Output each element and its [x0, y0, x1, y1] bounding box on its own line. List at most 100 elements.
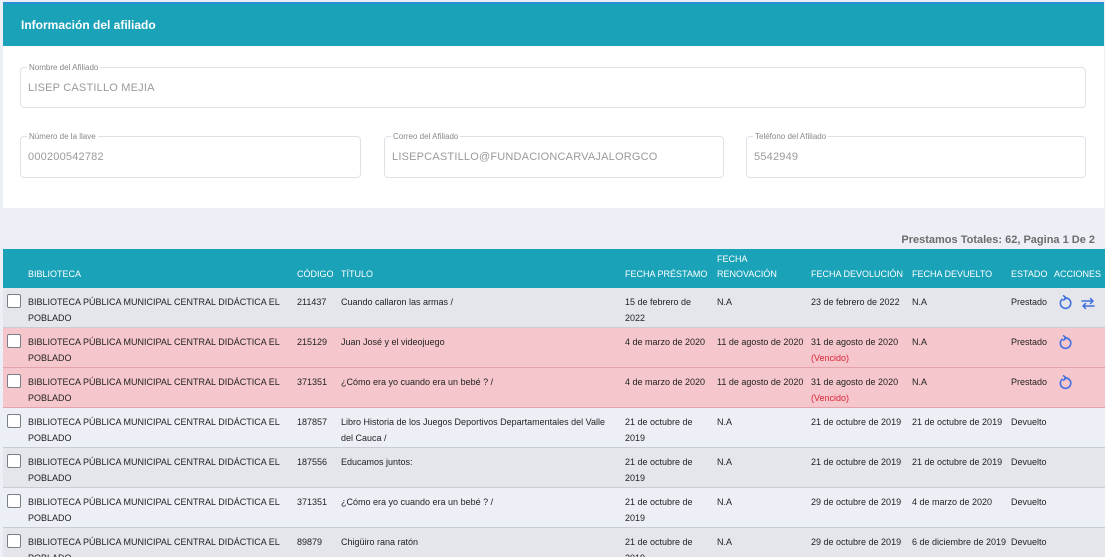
cell-biblioteca: BIBLIOTECA PÚBLICA MUNICIPAL CENTRAL DID…: [28, 454, 290, 486]
key-number-field[interactable]: Número de la llave 000200542782: [20, 132, 361, 178]
cell-estado: Prestado: [1011, 294, 1055, 310]
cell-fecha-devolucion-text: 29 de octubre de 2019: [811, 497, 902, 507]
cell-fecha-devuelto-text: N.A: [912, 297, 928, 307]
affiliate-phone-value: 5542949: [754, 151, 799, 163]
cell-titulo: Chigüiro rana ratón: [341, 534, 619, 550]
cell-fecha-devuelto: 21 de octubre de 2019: [912, 414, 1008, 430]
header-fecha-renovacion[interactable]: FECHA RENOVACIÓN: [717, 252, 787, 282]
cell-fecha-devuelto: 6 de diciembre de 2019: [912, 534, 1008, 550]
transfer-icon[interactable]: [1080, 295, 1096, 311]
cell-fecha-devuelto: 21 de octubre de 2019: [912, 454, 1008, 470]
cell-fecha-prestamo-text: 21 de octubre de 2019: [625, 417, 693, 443]
row-checkbox[interactable]: [7, 534, 21, 548]
cell-fecha-devuelto: 4 de marzo de 2020: [912, 494, 1008, 510]
cell-titulo: Educamos juntos:: [341, 454, 619, 470]
cell-fecha-devolucion-text: 29 de octubre de 2019: [811, 537, 902, 547]
header-biblioteca[interactable]: BIBLIOTECA: [28, 267, 81, 282]
cell-fecha-devuelto-text: 21 de octubre de 2019: [912, 457, 1003, 467]
renew-icon[interactable]: [1057, 295, 1073, 311]
renew-icon[interactable]: [1057, 375, 1073, 391]
cell-biblioteca: BIBLIOTECA PÚBLICA MUNICIPAL CENTRAL DID…: [28, 534, 290, 557]
cell-fecha-prestamo: 21 de octubre de 2019: [625, 534, 709, 557]
cell-codigo: 371351: [297, 374, 337, 390]
cell-estado: Devuelto: [1011, 454, 1055, 470]
row-checkbox[interactable]: [7, 454, 21, 468]
header-estado[interactable]: ESTADO: [1011, 267, 1047, 282]
cell-fecha-devuelto-text: 4 de marzo de 2020: [912, 497, 993, 507]
cell-fecha-prestamo: 4 de marzo de 2020: [625, 374, 709, 390]
cell-fecha-renovacion-text: 11 de agosto de 2020: [717, 377, 804, 387]
header-fecha-devuelto[interactable]: FECHA DEVUELTO: [912, 267, 992, 282]
cell-fecha-renovacion-text: 11 de agosto de 2020: [717, 337, 804, 347]
cell-fecha-prestamo: 21 de octubre de 2019: [625, 414, 709, 446]
cell-titulo-text: ¿Cómo era yo cuando era un bebé ? /: [341, 497, 494, 507]
cell-titulo: ¿Cómo era yo cuando era un bebé ? /: [341, 374, 619, 390]
row-checkbox[interactable]: [7, 374, 21, 388]
cell-fecha-devolucion: 21 de octubre de 2019: [811, 414, 911, 430]
cell-fecha-renovacion: N.A: [717, 414, 809, 430]
renew-icon[interactable]: [1057, 335, 1073, 351]
cell-fecha-devolucion-text: 21 de octubre de 2019: [811, 417, 902, 427]
cell-fecha-prestamo-text: 4 de marzo de 2020: [625, 337, 706, 347]
table-row: BIBLIOTECA PÚBLICA MUNICIPAL CENTRAL DID…: [3, 288, 1105, 328]
cell-codigo: 371351: [297, 494, 337, 510]
affiliate-name-value: LISEP CASTILLO MEJIA: [28, 81, 155, 94]
cell-estado-text: Devuelto: [1011, 457, 1047, 467]
cell-fecha-devolucion: 31 de agosto de 2020 (Vencido): [811, 374, 911, 406]
cell-codigo-text: 89879: [297, 537, 323, 547]
cell-titulo-text: Educamos juntos:: [341, 457, 413, 467]
cell-biblioteca-text: BIBLIOTECA PÚBLICA MUNICIPAL CENTRAL DID…: [28, 417, 280, 443]
cell-fecha-prestamo-text: 21 de octubre de 2019: [625, 457, 693, 483]
cell-codigo: 215129: [297, 334, 337, 350]
row-checkbox[interactable]: [7, 334, 21, 348]
header-titulo[interactable]: TÍTULO: [341, 267, 373, 282]
cell-titulo-text: Cuando callaron las armas /: [341, 297, 454, 307]
cell-fecha-devolucion-text: 21 de octubre de 2019: [811, 457, 902, 467]
cell-titulo: Juan José y el videojuego: [341, 334, 619, 350]
cell-titulo: Cuando callaron las armas /: [341, 294, 619, 310]
header-fecha-prestamo[interactable]: FECHA PRÉSTAMO: [625, 267, 707, 282]
cell-biblioteca-text: BIBLIOTECA PÚBLICA MUNICIPAL CENTRAL DID…: [28, 337, 280, 363]
cell-fecha-prestamo-text: 21 de octubre de 2019: [625, 537, 693, 557]
cell-titulo: ¿Cómo era yo cuando era un bebé ? /: [341, 494, 619, 510]
cell-fecha-renovacion-text: N.A: [717, 417, 733, 427]
cell-fecha-renovacion: 11 de agosto de 2020: [717, 334, 809, 350]
cell-codigo-text: 211437: [297, 297, 327, 307]
cell-codigo: 187857: [297, 414, 337, 430]
row-checkbox[interactable]: [7, 494, 21, 508]
loans-summary: Prestamos Totales: 62, Pagina 1 De 2: [901, 234, 1095, 246]
row-checkbox[interactable]: [7, 414, 21, 428]
cell-titulo-text: ¿Cómo era yo cuando era un bebé ? /: [341, 377, 494, 387]
cell-biblioteca: BIBLIOTECA PÚBLICA MUNICIPAL CENTRAL DID…: [28, 494, 290, 526]
cell-fecha-prestamo: 21 de octubre de 2019: [625, 494, 709, 526]
cell-fecha-prestamo-text: 15 de febrero de 2022: [625, 297, 692, 323]
affiliate-email-field[interactable]: Correo del Afiliado LISEPCASTILLO@FUNDAC…: [384, 132, 724, 178]
header-fecha-devolucion[interactable]: FECHA DEVOLUCIÓN: [811, 267, 903, 282]
cell-biblioteca: BIBLIOTECA PÚBLICA MUNICIPAL CENTRAL DID…: [28, 294, 290, 326]
cell-codigo-text: 187857: [297, 417, 328, 427]
cell-fecha-devuelto: N.A: [912, 334, 1008, 350]
cell-titulo-text: Chigüiro rana ratón: [341, 537, 419, 547]
cell-estado: Devuelto: [1011, 494, 1055, 510]
table-row: BIBLIOTECA PÚBLICA MUNICIPAL CENTRAL DID…: [3, 408, 1105, 448]
header-codigo[interactable]: CÓDIGO: [297, 267, 334, 282]
cell-estado-text: Devuelto: [1011, 537, 1047, 547]
cell-fecha-devolucion-text: 23 de febrero de 2022: [811, 297, 900, 307]
affiliate-phone-field[interactable]: Teléfono del Afiliado 5542949: [746, 132, 1086, 178]
cell-codigo-text: 371351: [297, 377, 328, 387]
cell-biblioteca-text: BIBLIOTECA PÚBLICA MUNICIPAL CENTRAL DID…: [28, 377, 280, 403]
cell-titulo-text: Libro Historia de los Juegos Deportivos …: [341, 417, 605, 443]
cell-estado: Devuelto: [1011, 414, 1055, 430]
cell-estado-text: Prestado: [1011, 297, 1048, 307]
cell-biblioteca: BIBLIOTECA PÚBLICA MUNICIPAL CENTRAL DID…: [28, 334, 290, 366]
cell-fecha-renovacion-text: N.A: [717, 537, 733, 547]
row-checkbox[interactable]: [7, 294, 21, 308]
cell-estado: Prestado: [1011, 374, 1055, 390]
cell-codigo-text: 215129: [297, 337, 328, 347]
cell-fecha-renovacion: 11 de agosto de 2020: [717, 374, 809, 390]
affiliate-name-field[interactable]: Nombre del Afiliado LISEP CASTILLO MEJIA: [20, 63, 1086, 108]
cell-biblioteca-text: BIBLIOTECA PÚBLICA MUNICIPAL CENTRAL DID…: [28, 537, 280, 557]
cell-fecha-devolucion: 29 de octubre de 2019: [811, 534, 911, 550]
affiliate-card: Información del afiliado Nombre del Afil…: [3, 2, 1104, 208]
cell-biblioteca-text: BIBLIOTECA PÚBLICA MUNICIPAL CENTRAL DID…: [28, 297, 280, 323]
